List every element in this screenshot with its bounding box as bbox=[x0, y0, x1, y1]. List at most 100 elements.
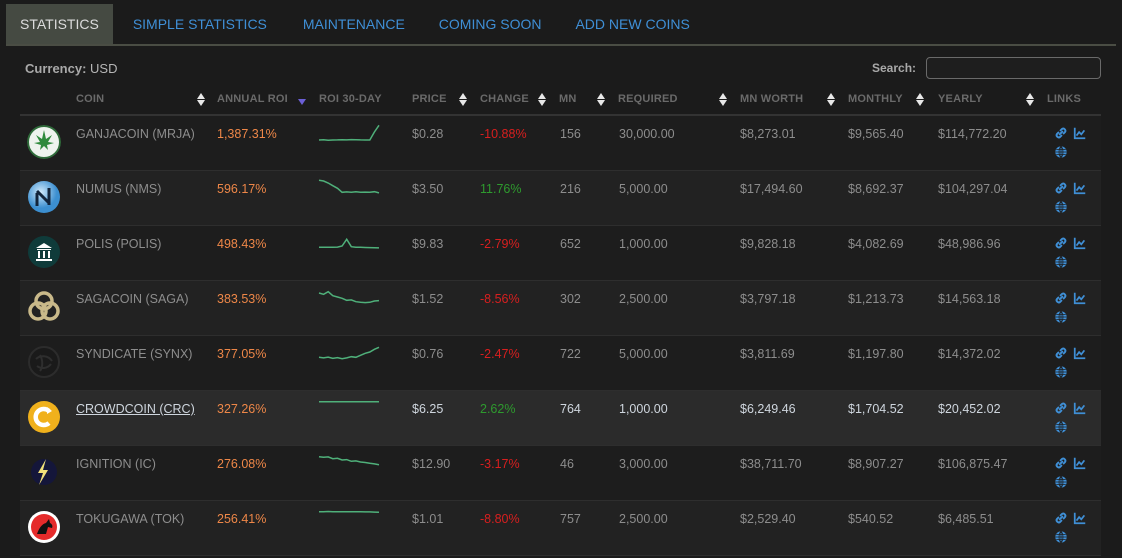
sagacoin-logo-icon bbox=[27, 290, 61, 324]
sort-icon[interactable] bbox=[827, 93, 835, 107]
table-row: GANJACOIN (MRJA) 1,387.31% $0.28 -10.88%… bbox=[20, 116, 1101, 171]
required: 2,500.00 bbox=[619, 292, 668, 306]
globe-icon[interactable] bbox=[1054, 475, 1068, 489]
link-icon[interactable] bbox=[1054, 126, 1068, 140]
column-header-change[interactable]: CHANGE bbox=[480, 93, 529, 105]
table-header: COIN ANNUAL ROI ROI 30-DAY PRICE CHANGE … bbox=[20, 84, 1101, 116]
crowdcoin-logo-icon bbox=[27, 400, 61, 434]
required: 1,000.00 bbox=[619, 237, 668, 251]
coin-name: SYNDICATE (SYNX) bbox=[76, 347, 193, 361]
roi-30day-sparkline bbox=[319, 400, 379, 403]
price: $0.28 bbox=[412, 127, 444, 141]
sort-icon[interactable] bbox=[597, 93, 605, 107]
globe-icon[interactable] bbox=[1054, 310, 1068, 324]
sparkline-path bbox=[318, 290, 380, 304]
column-header-price[interactable]: PRICE bbox=[412, 93, 447, 105]
link-icon[interactable] bbox=[1054, 401, 1068, 415]
column-header-roi-30day: ROI 30-DAY bbox=[319, 93, 382, 105]
monthly: $1,197.80 bbox=[848, 347, 904, 361]
required: 3,000.00 bbox=[619, 457, 668, 471]
globe-icon[interactable] bbox=[1054, 365, 1068, 379]
table-row: TOKUGAWA (TOK) 256.41% $1.01 -8.80% 757 … bbox=[20, 501, 1101, 556]
sort-desc-icon[interactable] bbox=[298, 99, 306, 105]
change: -8.80% bbox=[480, 512, 520, 526]
tab-coming-soon[interactable]: COMING SOON bbox=[423, 4, 558, 44]
roi-30day-sparkline bbox=[319, 237, 380, 249]
link-icon[interactable] bbox=[1054, 291, 1068, 305]
tab-add-new-coins[interactable]: ADD NEW COINS bbox=[559, 4, 705, 44]
mn-count: 46 bbox=[560, 457, 574, 471]
chart-icon[interactable] bbox=[1073, 456, 1087, 470]
change: 11.76% bbox=[480, 182, 522, 196]
chart-icon[interactable] bbox=[1073, 291, 1087, 305]
globe-icon[interactable] bbox=[1054, 530, 1068, 544]
mn-count: 722 bbox=[560, 347, 581, 361]
tab-bar: STATISTICS SIMPLE STATISTICS MAINTENANCE… bbox=[6, 4, 1116, 46]
column-header-annual-roi[interactable]: ANNUAL ROI bbox=[217, 93, 288, 105]
annual-roi: 276.08% bbox=[217, 457, 267, 471]
coin-name: POLIS (POLIS) bbox=[76, 237, 162, 251]
roi-30day-sparkline bbox=[318, 455, 380, 466]
roi-30day-sparkline bbox=[319, 510, 380, 513]
required: 2,500.00 bbox=[619, 512, 668, 526]
tokugawa-logo-icon bbox=[27, 510, 61, 544]
coin-table: COIN ANNUAL ROI ROI 30-DAY PRICE CHANGE … bbox=[20, 84, 1101, 556]
table-row: CROWDCOIN (CRC) 327.26% $6.25 2.62% 764 … bbox=[20, 391, 1101, 446]
roi-30day-sparkline bbox=[318, 124, 380, 142]
tab-maintenance[interactable]: MAINTENANCE bbox=[287, 4, 421, 44]
chart-icon[interactable] bbox=[1073, 181, 1087, 195]
chart-icon[interactable] bbox=[1073, 236, 1087, 250]
sort-icon[interactable] bbox=[538, 93, 546, 107]
link-icon[interactable] bbox=[1054, 511, 1068, 525]
syndicate-logo-icon bbox=[27, 345, 61, 379]
globe-icon[interactable] bbox=[1054, 200, 1068, 214]
link-icon[interactable] bbox=[1054, 346, 1068, 360]
sparkline-path bbox=[318, 346, 380, 360]
yearly: $114,772.20 bbox=[938, 127, 1007, 141]
tab-simple-statistics[interactable]: SIMPLE STATISTICS bbox=[115, 4, 285, 44]
mn-worth: $8,273.01 bbox=[740, 127, 796, 141]
sort-icon[interactable] bbox=[719, 93, 727, 107]
sort-icon[interactable] bbox=[459, 93, 467, 107]
change: -2.79% bbox=[480, 237, 520, 251]
sparkline-path bbox=[319, 510, 380, 513]
column-header-monthly[interactable]: MONTHLY bbox=[848, 93, 903, 105]
roi-30day-sparkline bbox=[318, 290, 380, 304]
annual-roi: 498.43% bbox=[217, 237, 267, 251]
column-header-yearly[interactable]: YEARLY bbox=[938, 93, 983, 105]
chart-icon[interactable] bbox=[1073, 511, 1087, 525]
globe-icon[interactable] bbox=[1054, 255, 1068, 269]
monthly: $540.52 bbox=[848, 512, 894, 526]
polis-logo-icon bbox=[27, 235, 61, 269]
annual-roi: 1,387.31% bbox=[217, 127, 277, 141]
numus-logo-icon bbox=[27, 180, 61, 214]
mn-worth: $17,494.60 bbox=[740, 182, 803, 196]
chart-icon[interactable] bbox=[1073, 346, 1087, 360]
sort-icon[interactable] bbox=[916, 93, 924, 107]
column-header-mn-worth[interactable]: MN WORTH bbox=[740, 93, 803, 105]
globe-icon[interactable] bbox=[1054, 145, 1068, 159]
chart-icon[interactable] bbox=[1073, 401, 1087, 415]
monthly: $8,692.37 bbox=[848, 182, 904, 196]
link-icon[interactable] bbox=[1054, 456, 1068, 470]
sparkline-path bbox=[318, 455, 380, 466]
annual-roi: 377.05% bbox=[217, 347, 267, 361]
globe-icon[interactable] bbox=[1054, 420, 1068, 434]
column-header-mn[interactable]: MN bbox=[559, 93, 577, 105]
coin-name[interactable]: CROWDCOIN (CRC) bbox=[76, 402, 195, 416]
mn-worth: $2,529.40 bbox=[740, 512, 796, 526]
annual-roi: 383.53% bbox=[217, 292, 267, 306]
table-row: NUMUS (NMS) 596.17% $3.50 11.76% 216 5,0… bbox=[20, 171, 1101, 226]
link-icon[interactable] bbox=[1054, 236, 1068, 250]
search-input[interactable] bbox=[926, 57, 1101, 79]
sort-icon[interactable] bbox=[1026, 93, 1034, 107]
coin-name: GANJACOIN (MRJA) bbox=[76, 127, 195, 141]
tab-statistics[interactable]: STATISTICS bbox=[6, 4, 113, 44]
column-header-required[interactable]: REQUIRED bbox=[618, 93, 678, 105]
link-icon[interactable] bbox=[1054, 181, 1068, 195]
price: $12.90 bbox=[412, 457, 451, 471]
sort-icon[interactable] bbox=[197, 93, 205, 107]
column-header-coin[interactable]: COIN bbox=[76, 93, 104, 105]
sparkline-path bbox=[318, 179, 380, 194]
chart-icon[interactable] bbox=[1073, 126, 1087, 140]
